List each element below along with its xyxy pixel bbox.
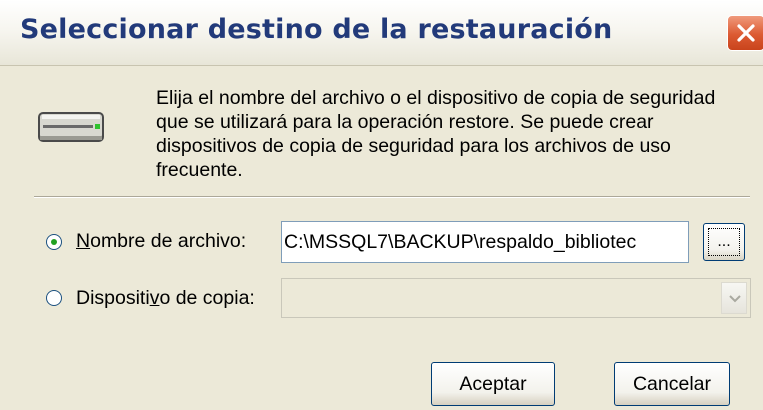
backup-device-icon <box>38 112 104 142</box>
dropdown-button[interactable] <box>721 282 747 314</box>
close-button[interactable] <box>727 15 763 51</box>
ok-button[interactable]: Aceptar <box>431 362 555 406</box>
file-name-label[interactable]: Nombre de archivo: <box>76 230 246 253</box>
backup-device-select[interactable] <box>281 278 751 318</box>
close-icon <box>737 24 755 42</box>
browse-button-label: ... <box>717 233 731 250</box>
restore-destination-dialog: Seleccionar destino de la restauración E… <box>0 0 763 410</box>
backup-device-label[interactable]: Dispositivo de copia: <box>76 287 255 310</box>
file-name-input[interactable]: C:\MSSQL7\BACKUP\respaldo_bibliotec <box>281 221 689 263</box>
browse-button[interactable]: ... <box>703 223 745 261</box>
description-text: Elija el nombre del archivo o el disposi… <box>156 87 716 180</box>
chevron-down-icon <box>729 295 741 303</box>
file-name-radio[interactable] <box>46 234 62 250</box>
radio-selected-dot <box>51 239 57 245</box>
title-bar[interactable]: Seleccionar destino de la restauración <box>0 0 763 66</box>
window-title: Seleccionar destino de la restauración <box>20 14 613 45</box>
cancel-button[interactable]: Cancelar <box>614 362 730 406</box>
backup-device-radio[interactable] <box>46 290 62 306</box>
separator <box>34 196 750 198</box>
